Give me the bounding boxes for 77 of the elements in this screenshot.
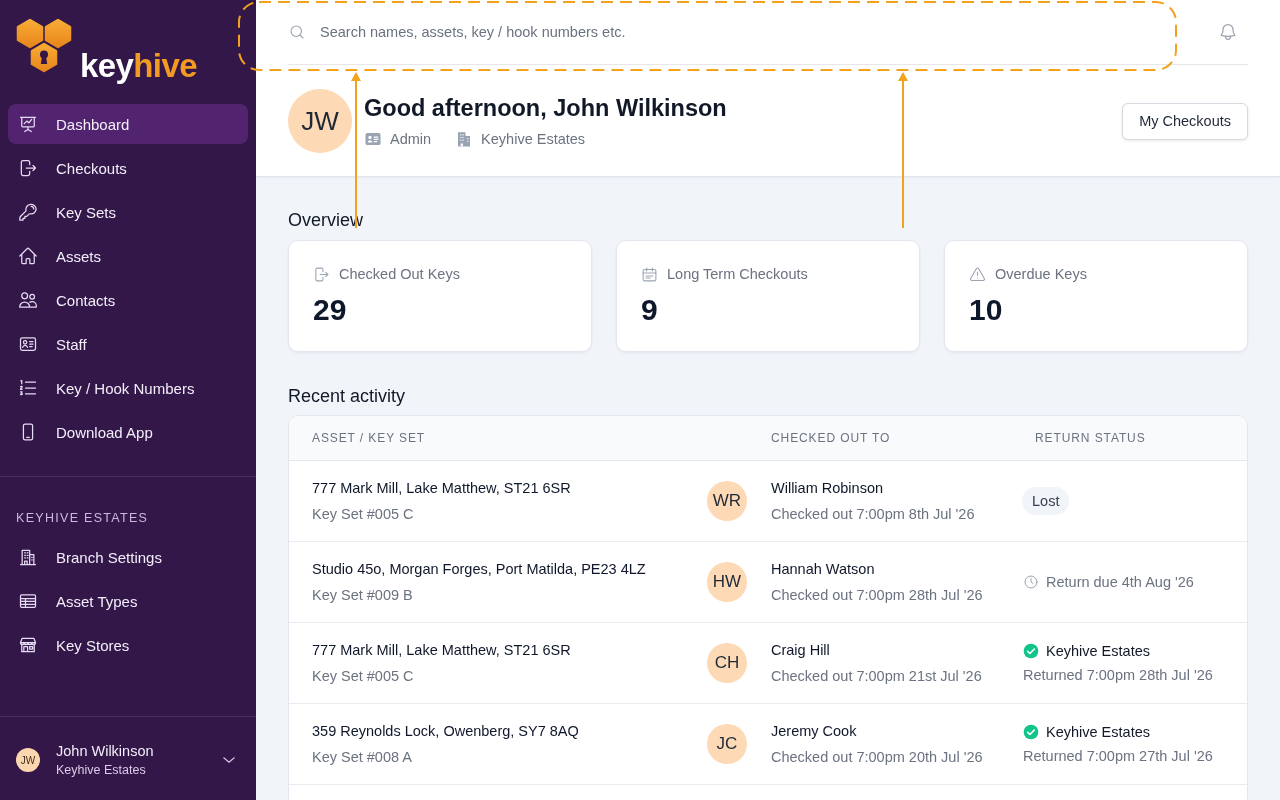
- person-name: Craig Hill: [771, 641, 830, 660]
- exit-arrow-icon: [18, 158, 38, 178]
- key-icon: [18, 202, 38, 222]
- column-header: CHECKED OUT TO: [771, 431, 891, 445]
- exit-arrow-icon: [313, 265, 330, 283]
- table-icon: [18, 591, 38, 611]
- person-name: Jeremy Cook: [771, 722, 857, 741]
- checkout-time: Checked out 7:00pm 28th Jul '26: [771, 586, 983, 605]
- section-heading: KEYHIVE ESTATES: [16, 510, 149, 526]
- nav-item[interactable]: Branch Settings: [8, 537, 248, 577]
- nav-item[interactable]: Assets: [8, 236, 248, 276]
- stat-label: Overdue Keys: [995, 265, 1087, 284]
- returned-time: Returned 7:00pm 28th Jul '26: [1023, 666, 1213, 685]
- due-date-text: Return due 4th Aug '26: [1046, 573, 1194, 592]
- nav-item[interactable]: Download App: [8, 412, 248, 452]
- nav-item[interactable]: Checkouts: [8, 148, 248, 188]
- user-avatar: JW: [16, 748, 40, 772]
- search-icon: [288, 23, 306, 41]
- clock-icon: [1023, 574, 1039, 590]
- person-name: William Robinson: [771, 479, 883, 498]
- hexagon-logo-icon: [16, 18, 74, 74]
- house-icon: [18, 246, 38, 266]
- nav-item[interactable]: Asset Types: [8, 581, 248, 621]
- presentation-chart-icon: [18, 114, 38, 134]
- user-name: John Wilkinson: [56, 742, 154, 760]
- storefront-icon: [18, 635, 38, 655]
- user-organisation: Keyhive Estates: [56, 762, 146, 778]
- person-avatar: CH: [707, 643, 747, 683]
- status-badge: Lost: [1022, 487, 1070, 515]
- nav-item[interactable]: Key Stores: [8, 625, 248, 665]
- greeting-heading: Good afternoon, John Wilkinson: [364, 94, 727, 123]
- returned-time: Returned 7:00pm 27th Jul '26: [1023, 747, 1213, 766]
- id-card-icon: [364, 130, 382, 148]
- key-set-label: Key Set #005 C: [312, 667, 414, 686]
- role-label: Admin: [390, 130, 432, 149]
- asset-address: 777 Mark Mill, Lake Matthew, ST21 6SR: [312, 641, 571, 660]
- stat-value: 29: [313, 292, 347, 328]
- nav-item[interactable]: Key / Hook Numbers: [8, 368, 248, 408]
- person-avatar: JC: [707, 724, 747, 764]
- warning-triangle-icon: [969, 265, 986, 283]
- logo-wordmark: keyhive: [80, 49, 197, 82]
- stat-label: Checked Out Keys: [339, 265, 460, 284]
- key-set-label: Key Set #009 B: [312, 586, 413, 605]
- checkout-time: Checked out 7:00pm 20th Jul '26: [771, 748, 983, 767]
- asset-address: 359 Reynolds Lock, Owenberg, SY7 8AQ: [312, 722, 579, 741]
- check-circle-icon: [1023, 643, 1039, 659]
- my-checkouts-button[interactable]: My Checkouts: [1122, 102, 1248, 140]
- branch-label: Keyhive Estates: [481, 130, 586, 149]
- check-circle-icon: [1023, 724, 1039, 740]
- profile-avatar: JW: [288, 89, 352, 153]
- asset-address: Studio 45o, Morgan Forges, Port Matilda, PE23 4LZ: [312, 560, 646, 579]
- asset-address: 777 Mark Mill, Lake Matthew, ST21 6SR: [312, 479, 571, 498]
- key-set-label: Key Set #005 C: [312, 505, 414, 524]
- nav-item[interactable]: Key Sets: [8, 192, 248, 232]
- checkout-time: Checked out 7:00pm 21st Jul '26: [771, 667, 982, 686]
- person-avatar: WR: [707, 481, 747, 521]
- stat-value: 10: [969, 292, 1003, 328]
- id-card-icon: [18, 334, 38, 354]
- calendar-icon: [641, 265, 658, 283]
- column-header: RETURN STATUS: [1035, 431, 1146, 445]
- numbered-list-icon: [18, 378, 38, 398]
- building-icon: [18, 547, 38, 567]
- people-icon: [18, 290, 38, 310]
- returned-by-text: Keyhive Estates: [1046, 723, 1150, 742]
- nav-item[interactable]: Contacts: [8, 280, 248, 320]
- checkout-time: Checked out 7:00pm 8th Jul '26: [771, 505, 975, 524]
- person-name: Hannah Watson: [771, 560, 875, 579]
- nav-item[interactable]: Dashboard: [8, 104, 248, 144]
- section-title: Recent activity: [288, 385, 406, 407]
- stat-value: 9: [641, 292, 658, 328]
- column-header: ASSET / KEY SET: [312, 431, 426, 445]
- key-set-label: Key Set #008 A: [312, 748, 412, 767]
- stat-label: Long Term Checkouts: [667, 265, 808, 284]
- search-field[interactable]: Search names, assets, key / hook numbers etc.: [320, 14, 1218, 50]
- returned-by-text: Keyhive Estates: [1046, 642, 1150, 661]
- person-avatar: HW: [707, 562, 747, 602]
- nav-item[interactable]: Staff: [8, 324, 248, 364]
